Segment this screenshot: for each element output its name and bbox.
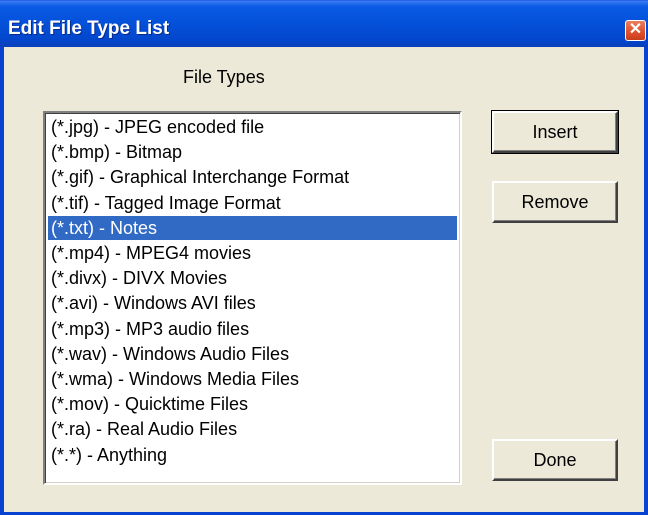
window-title: Edit File Type List	[8, 18, 170, 39]
list-item[interactable]: (*.jpg) - JPEG encoded file	[48, 115, 457, 139]
done-button[interactable]: Done	[492, 439, 618, 481]
insert-button[interactable]: Insert	[491, 110, 619, 154]
list-item[interactable]: (*.*) - Anything	[48, 443, 457, 467]
list-item[interactable]: (*.avi) - Windows AVI files	[48, 291, 457, 315]
file-type-listbox[interactable]: (*.jpg) - JPEG encoded file (*.bmp) - Bit…	[43, 111, 462, 485]
dialog-body: File Types (*.jpg) - JPEG encoded file (*…	[4, 47, 644, 512]
list-item[interactable]: (*.wav) - Windows Audio Files	[48, 342, 457, 366]
close-icon: ✕	[628, 21, 643, 38]
file-types-label: File Types	[183, 67, 265, 87]
list-item[interactable]: (*.ra) - Real Audio Files	[48, 417, 457, 441]
list-item[interactable]: (*.divx) - DIVX Movies	[48, 266, 457, 290]
list-item[interactable]: (*.wma) - Windows Media Files	[48, 367, 457, 391]
title-bar[interactable]: Edit File Type List ✕	[0, 1, 648, 47]
close-button[interactable]: ✕	[625, 20, 646, 41]
dialog-window: Edit File Type List ✕ File Types (*.jpg)…	[0, 0, 648, 515]
list-item[interactable]: (*.mp3) - MP3 audio files	[48, 317, 457, 341]
list-item[interactable]: (*.bmp) - Bitmap	[48, 140, 457, 164]
list-item[interactable]: (*.txt) - Notes	[48, 215, 457, 240]
list-item[interactable]: (*.mp4) - MPEG4 movies	[48, 241, 457, 265]
list-item[interactable]: (*.mov) - Quicktime Files	[48, 392, 457, 416]
list-item[interactable]: (*.gif) - Graphical Interchange Format	[48, 165, 457, 189]
list-item[interactable]: (*.tif) - Tagged Image Format	[48, 191, 457, 215]
remove-button[interactable]: Remove	[492, 181, 618, 223]
